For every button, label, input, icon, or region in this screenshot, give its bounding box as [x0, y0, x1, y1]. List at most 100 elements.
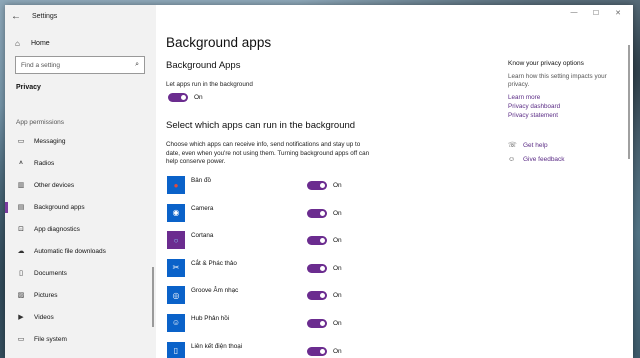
- sidebar-item-label: Background apps: [34, 203, 85, 211]
- close-icon[interactable]: ✕: [607, 9, 629, 17]
- devices-icon: ▥: [17, 182, 25, 189]
- toggle-state: On: [333, 347, 342, 355]
- help-chat-icon: ☏: [508, 142, 517, 149]
- sidebar-scrollbar[interactable]: [152, 267, 154, 327]
- toggle-switch[interactable]: [307, 263, 327, 273]
- phone-link-icon: ▯: [167, 341, 185, 358]
- maximize-icon[interactable]: ☐: [585, 9, 607, 17]
- sidebar-item-documents[interactable]: ▯ Documents: [5, 262, 156, 284]
- radio-tower-icon: ⩚: [19, 159, 23, 166]
- search-input[interactable]: [21, 61, 121, 69]
- sidebar-item-pictures[interactable]: ▨ Pictures: [5, 284, 156, 306]
- app-toggle[interactable]: On: [307, 318, 342, 328]
- camera-icon: ◉: [167, 203, 185, 222]
- app-toggle[interactable]: On: [307, 181, 342, 190]
- app-row-camera: ◉ Camera On: [167, 203, 367, 232]
- toggle-state: On: [333, 209, 342, 217]
- nav-home[interactable]: ⌂ Home: [5, 36, 156, 50]
- groove-music-icon: ◎: [167, 286, 185, 305]
- app-name: Cắt & Phác thảo: [191, 259, 237, 267]
- give-feedback-link[interactable]: ☺ Give feedback: [508, 156, 565, 163]
- app-name: Camera: [191, 204, 214, 212]
- app-toggle[interactable]: On: [307, 236, 342, 246]
- app-name: Hub Phản hồi: [191, 314, 230, 322]
- main-content: — ☐ ✕ Background apps Background Apps Le…: [156, 5, 633, 358]
- toggle-switch[interactable]: [307, 236, 327, 246]
- sidebar-item-label: Pictures: [34, 291, 58, 299]
- app-toggle[interactable]: On: [307, 346, 342, 356]
- app-toggle[interactable]: On: [307, 263, 342, 273]
- search-field[interactable]: ⌕: [15, 56, 145, 74]
- document-icon: ▯: [19, 270, 23, 277]
- toggle-state: On: [333, 237, 342, 245]
- sidebar-item-app-diagnostics[interactable]: ⊡ App diagnostics: [5, 218, 156, 240]
- cloud-download-icon: ☁: [17, 248, 25, 255]
- sidebar-item-label: Documents: [34, 269, 67, 277]
- toggle-state: On: [333, 264, 342, 272]
- snip-sketch-icon: ✂: [167, 258, 185, 277]
- app-toggle[interactable]: On: [307, 291, 342, 301]
- app-row-lien-ket-dien-thoai: ▯ Liên kết điện thoại On: [167, 341, 367, 358]
- video-icon: ▶: [18, 314, 24, 321]
- background-apps-icon: ▤: [17, 204, 25, 211]
- sidebar-item-label: Videos: [34, 313, 54, 321]
- toggle-switch[interactable]: [307, 318, 327, 328]
- section-subtitle: Background Apps: [166, 60, 241, 71]
- toggle-switch[interactable]: [307, 346, 327, 356]
- sidebar-item-radios[interactable]: ⩚ Radios: [5, 152, 156, 174]
- sidebar-item-automatic-file-downloads[interactable]: ☁ Automatic file downloads: [5, 240, 156, 262]
- sidebar-item-label: Messaging: [34, 137, 66, 145]
- toggle-state: On: [333, 292, 342, 300]
- home-icon: ⌂: [15, 38, 20, 48]
- diagnostics-icon: ⊡: [18, 226, 24, 233]
- toggle-state: On: [333, 182, 342, 189]
- sidebar-item-file-system[interactable]: ▭ File system: [5, 328, 156, 350]
- toggle-switch[interactable]: [307, 291, 327, 301]
- window-controls: — ☐ ✕: [563, 9, 629, 17]
- sidebar-item-label: App diagnostics: [34, 225, 80, 233]
- nav-home-label: Home: [31, 39, 50, 47]
- app-row-ban-do: ● Bản đồ On: [167, 176, 367, 204]
- toggle-switch[interactable]: [168, 93, 188, 102]
- toggle-switch[interactable]: [307, 208, 327, 218]
- settings-window: ← Settings ⌂ Home ⌕ Privacy App permissi…: [5, 5, 633, 358]
- search-icon: ⌕: [135, 61, 139, 68]
- select-apps-description: Choose which apps can receive info, send…: [166, 141, 370, 165]
- sidebar-item-background-apps[interactable]: ▤ Background apps: [5, 196, 156, 218]
- message-icon: ▭: [17, 138, 25, 145]
- app-title: Settings: [32, 12, 58, 20]
- sidebar-item-label: File system: [34, 335, 67, 343]
- main-scrollbar[interactable]: [628, 45, 630, 159]
- sidebar-item-videos[interactable]: ▶ Videos: [5, 306, 156, 328]
- app-name: Liên kết điện thoại: [191, 342, 243, 350]
- privacy-dashboard-link[interactable]: Privacy dashboard: [508, 103, 560, 110]
- toggle-switch[interactable]: [307, 181, 327, 190]
- page-title: Background apps: [166, 35, 272, 50]
- app-row-groove-am-nhac: ◎ Groove Âm nhạc On: [167, 286, 367, 314]
- background-apps-toggle[interactable]: On: [168, 93, 203, 102]
- learn-more-link[interactable]: Learn more: [508, 94, 540, 101]
- background-toggle-label: Let apps run in the background: [166, 81, 253, 88]
- select-apps-heading: Select which apps can run in the backgro…: [166, 120, 356, 131]
- privacy-options-title: Know your privacy options: [508, 60, 584, 67]
- group-label: App permissions: [16, 119, 65, 126]
- get-help-label: Get help: [523, 141, 548, 149]
- get-help-link[interactable]: ☏ Get help: [508, 141, 548, 150]
- map-pin-icon: ●: [167, 176, 185, 194]
- sidebar-item-messaging[interactable]: ▭ Messaging: [5, 130, 156, 152]
- sidebar: ← Settings ⌂ Home ⌕ Privacy App permissi…: [5, 5, 156, 358]
- back-arrow-icon[interactable]: ←: [5, 5, 27, 27]
- app-row-cat-phac-thao: ✂ Cắt & Phác thảo On: [167, 258, 367, 287]
- title-bar: ← Settings: [5, 5, 156, 27]
- app-toggle[interactable]: On: [307, 208, 342, 218]
- minimize-icon[interactable]: —: [563, 9, 585, 17]
- app-name: Groove Âm nhạc: [191, 287, 239, 295]
- cortana-icon: ○: [167, 231, 185, 250]
- give-feedback-label: Give feedback: [523, 156, 565, 163]
- privacy-statement-link[interactable]: Privacy statement: [508, 112, 558, 119]
- sidebar-item-label: Radios: [34, 159, 55, 167]
- app-name: Bản đồ: [191, 177, 211, 184]
- nav-list: ▭ Messaging ⩚ Radios ▥ Other devices ▤ B…: [5, 130, 156, 350]
- sidebar-item-other-devices[interactable]: ▥ Other devices: [5, 174, 156, 196]
- file-system-icon: ▭: [17, 336, 25, 343]
